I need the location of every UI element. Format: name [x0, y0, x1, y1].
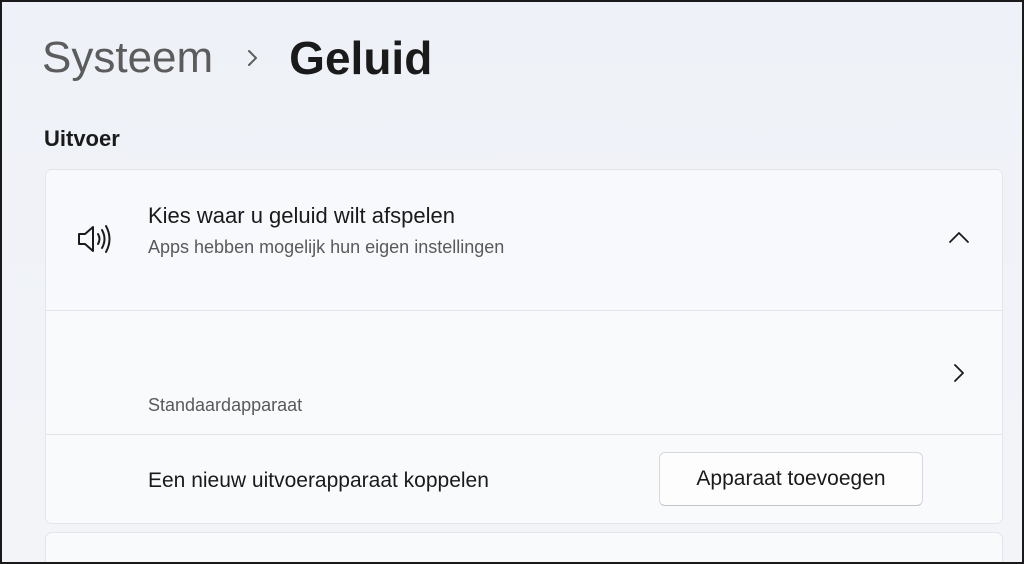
- settings-window: Systeem Geluid Uitvoer Kies waar u gelui…: [0, 0, 1024, 564]
- section-title-uitvoer: Uitvoer: [44, 126, 120, 151]
- chevron-up-icon[interactable]: [948, 230, 970, 244]
- default-device-label: Standaardapparaat: [148, 395, 303, 415]
- breadcrumb-parent-systeem[interactable]: Systeem: [42, 33, 213, 83]
- default-device-row[interactable]: Standaardapparaat: [46, 311, 1002, 435]
- pair-device-label: Een nieuw uitvoerapparaat koppelen: [148, 469, 489, 492]
- device-choice-subtitle: Apps hebben mogelijk hun eigen instellin…: [148, 237, 505, 257]
- breadcrumb: Systeem Geluid: [42, 28, 432, 88]
- page-title: Geluid: [289, 32, 433, 84]
- chevron-right-icon: [247, 48, 259, 68]
- speaker-icon: [76, 224, 116, 254]
- output-card: Kies waar u geluid wilt afspelen Apps he…: [45, 169, 1003, 524]
- output-device-choice-row[interactable]: Kies waar u geluid wilt afspelen Apps he…: [46, 170, 1002, 311]
- pair-device-row: Een nieuw uitvoerapparaat koppelen Appar…: [46, 435, 1002, 523]
- chevron-right-icon: [952, 362, 966, 384]
- device-choice-title: Kies waar u geluid wilt afspelen: [148, 203, 455, 228]
- next-settings-card: [45, 532, 1003, 562]
- add-device-button[interactable]: Apparaat toevoegen: [659, 452, 923, 506]
